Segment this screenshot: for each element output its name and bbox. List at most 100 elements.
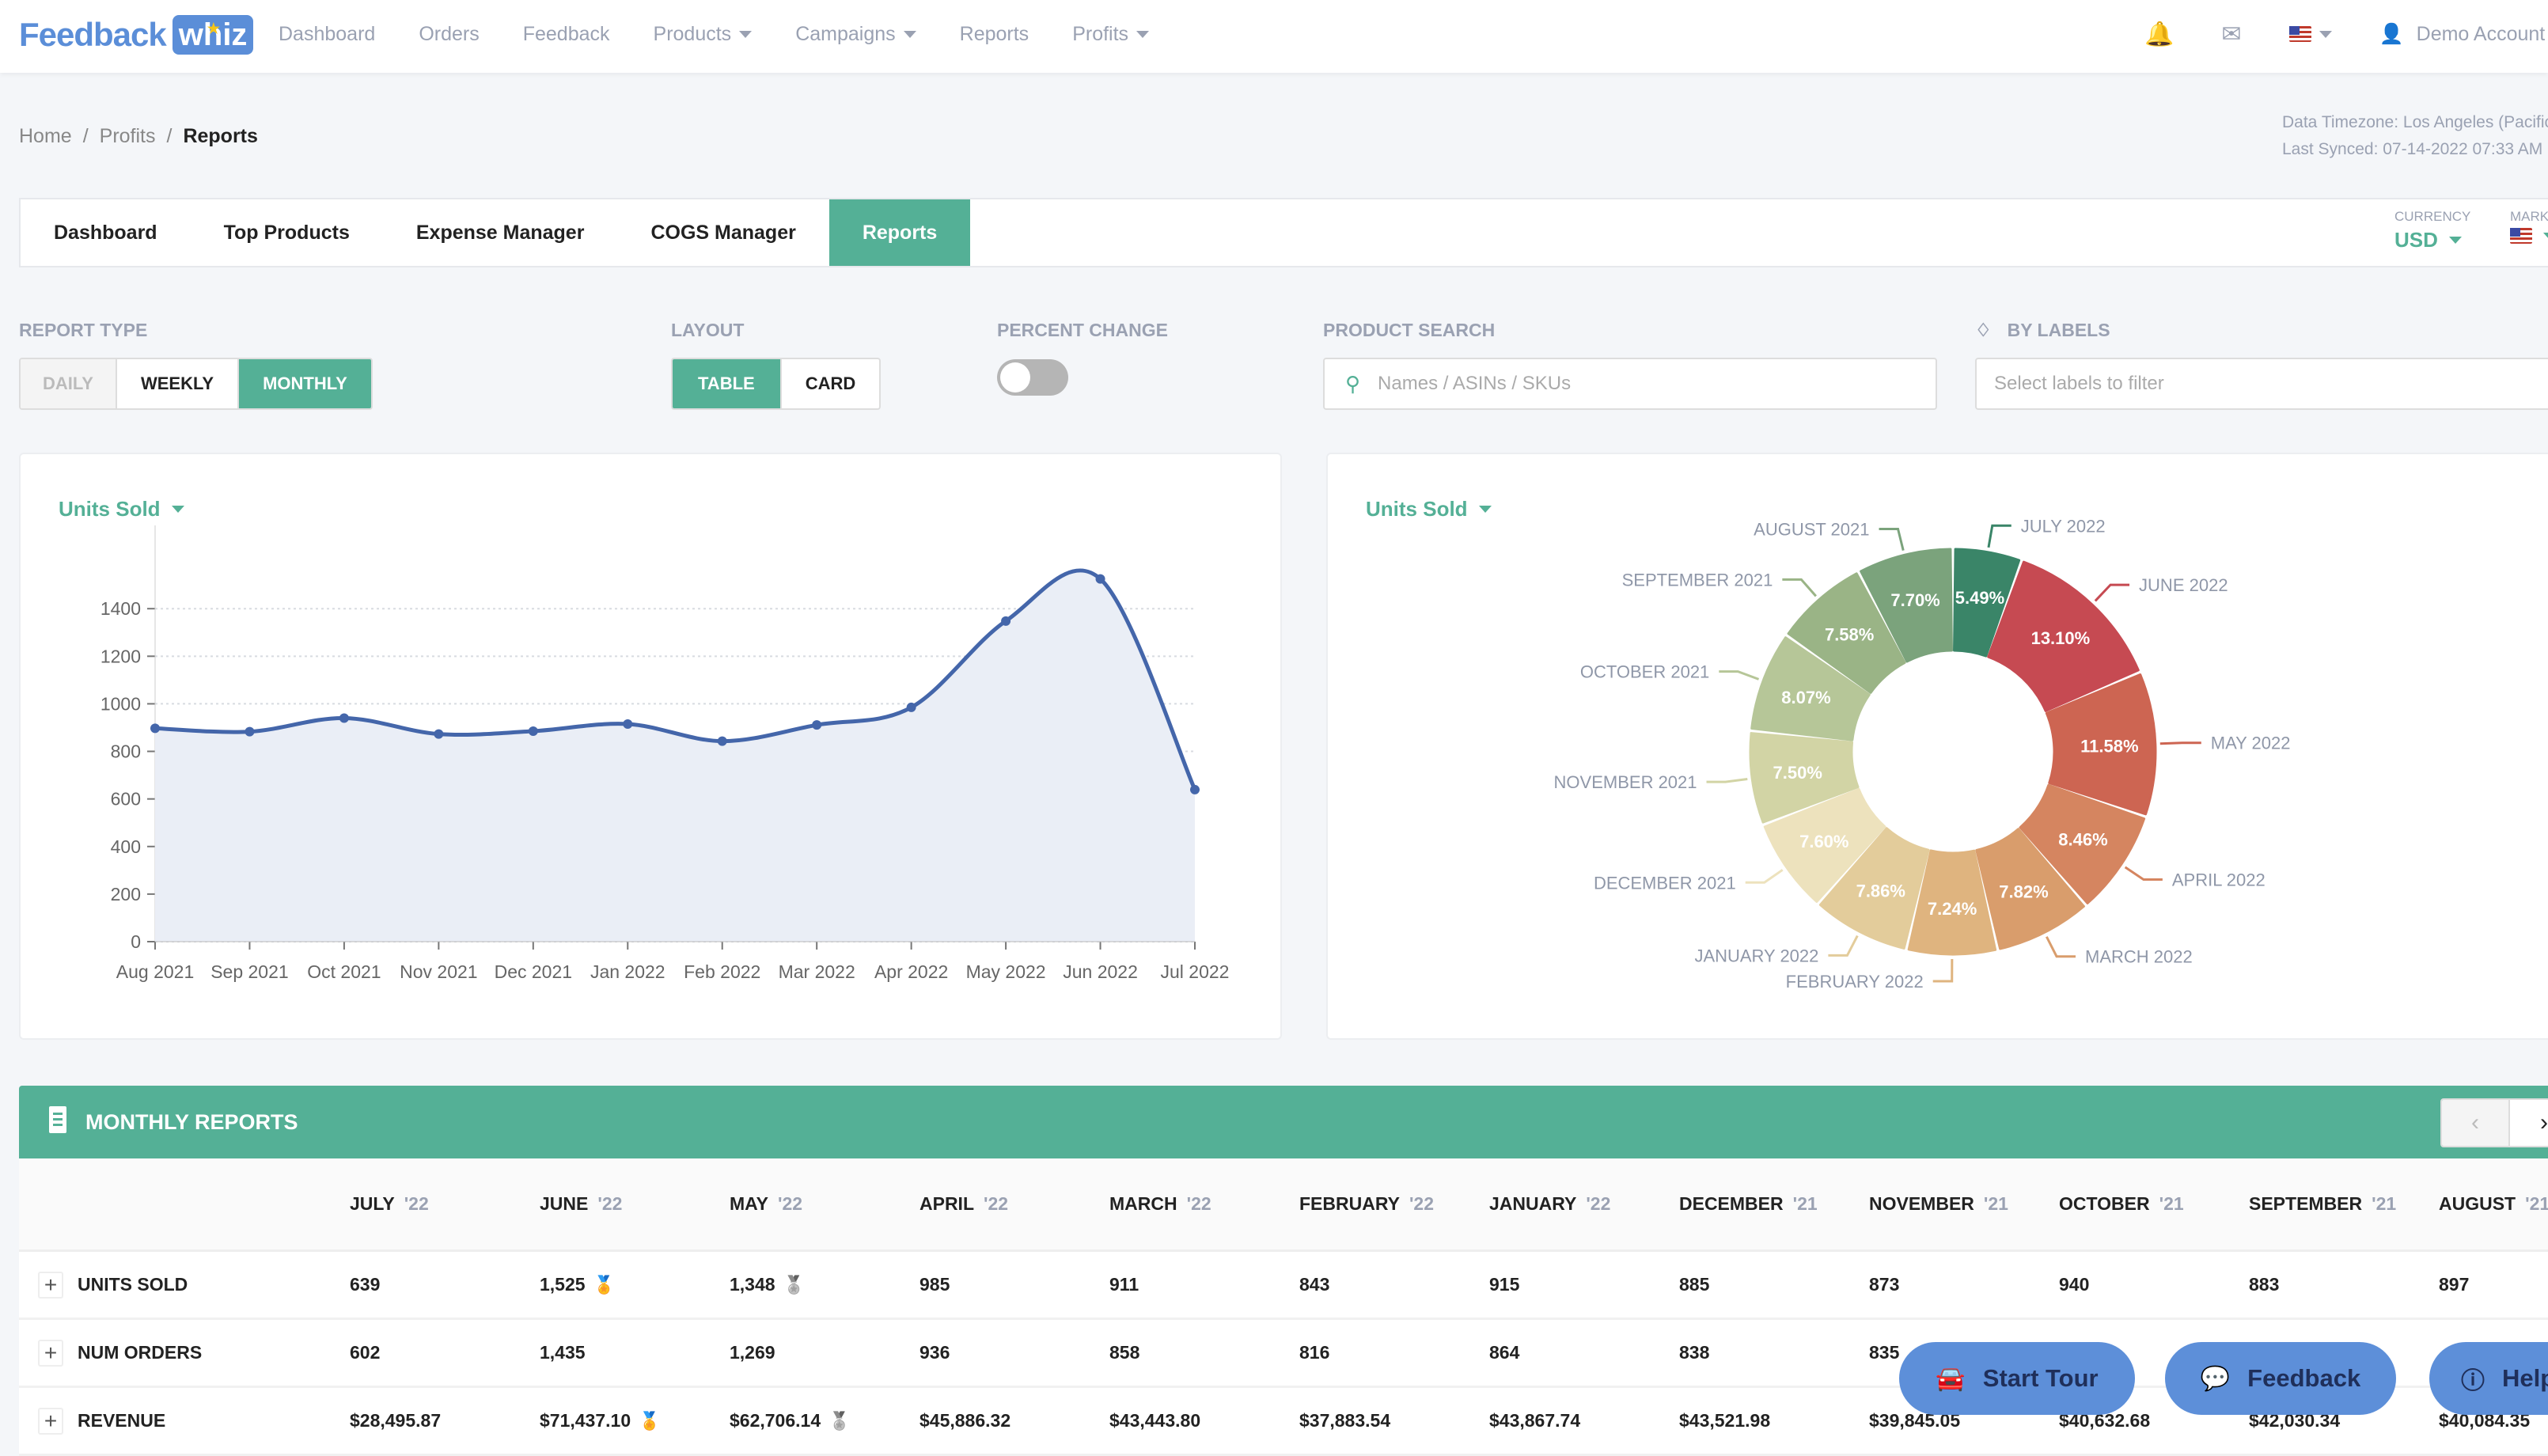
column-header[interactable]: JANUARY '22 [1489, 1158, 1610, 1249]
tab-expense-manager[interactable]: Expense Manager [383, 199, 618, 266]
slice-label: JUNE 2022 [2139, 575, 2228, 595]
table-cell: $71,437.10 🏅 [540, 1388, 661, 1454]
tab-dashboard[interactable]: Dashboard [21, 199, 191, 266]
x-tick-label: Nov 2021 [400, 961, 477, 982]
layout-card-button[interactable]: CARD [782, 359, 880, 408]
column-header[interactable]: FEBRUARY '22 [1299, 1158, 1434, 1249]
next-page-button[interactable]: › [2510, 1100, 2548, 1146]
column-month: JULY [350, 1193, 395, 1214]
table-cell: 858 [1109, 1320, 1139, 1386]
data-point[interactable] [245, 726, 255, 737]
cell-value: 873 [1869, 1274, 1900, 1295]
data-point[interactable] [150, 723, 160, 734]
column-header[interactable]: MARCH '22 [1109, 1158, 1211, 1249]
column-header[interactable]: NOVEMBER '21 [1869, 1158, 2008, 1249]
column-header[interactable]: JULY '22 [350, 1158, 429, 1249]
column-header[interactable]: APRIL '22 [919, 1158, 1008, 1249]
tab-cogs-manager[interactable]: COGS Manager [617, 199, 828, 266]
column-header[interactable]: OCTOBER '21 [2059, 1158, 2184, 1249]
main-nav: Dashboard Orders Feedback Products Campaigns… [279, 0, 1192, 68]
currency-selector[interactable]: CURRENCY USD [2394, 209, 2470, 252]
column-header[interactable]: DECEMBER '21 [1679, 1158, 1818, 1249]
column-header[interactable]: JUNE '22 [540, 1158, 622, 1249]
help-button[interactable]: ⓘ Help [2429, 1342, 2548, 1415]
nav-item-label: Campaigns [795, 22, 896, 45]
feedbackwhiz-logo[interactable]: Feedback whiz ★ [19, 13, 254, 57]
x-tick-label: Oct 2021 [307, 961, 381, 982]
cell-value: $37,883.54 [1299, 1410, 1391, 1431]
data-point[interactable] [623, 719, 633, 729]
bell-icon[interactable]: 🔔 [2144, 21, 2174, 48]
column-header[interactable]: AUGUST '21 [2439, 1158, 2548, 1249]
cell-value: $45,886.32 [919, 1410, 1011, 1431]
slice-label: JANUARY 2022 [1694, 946, 1818, 965]
expand-row-button[interactable]: + [38, 1339, 63, 1367]
sync-info: Data Timezone: Los Angeles (Pacific) Las… [2282, 109, 2548, 163]
report-type-weekly-button[interactable]: WEEKLY [117, 359, 240, 408]
breadcrumb-home[interactable]: Home [19, 125, 72, 147]
cell-value: 1,525 [540, 1274, 586, 1295]
nav-item-dashboard[interactable]: Dashboard [279, 23, 375, 46]
y-tick-label: 200 [111, 884, 141, 904]
chevron-down-icon [2543, 232, 2548, 240]
product-search-input[interactable]: ⚲ Names / ASINs / SKUs [1323, 358, 1937, 410]
report-type-daily-button[interactable]: DAILY [21, 359, 117, 408]
labels-select[interactable]: Select labels to filter [1975, 358, 2548, 410]
percent-change-toggle[interactable] [997, 359, 1068, 396]
nav-item-products[interactable]: Products [654, 23, 753, 46]
expand-row-button[interactable]: + [38, 1271, 63, 1299]
table-cell: 838 [1679, 1320, 1709, 1386]
column-header[interactable]: SEPTEMBER '21 [2249, 1158, 2396, 1249]
data-point[interactable] [1001, 616, 1011, 626]
column-header[interactable]: MAY '22 [730, 1158, 802, 1249]
nav-item-reports[interactable]: Reports [960, 23, 1029, 46]
nav-item-label: Products [653, 22, 732, 45]
user-menu[interactable]: 👤 Demo Account [2379, 23, 2546, 46]
by-labels-label: ♢ BY LABELS [1975, 320, 2110, 340]
feedback-button[interactable]: 💬 Feedback [2165, 1342, 2396, 1415]
x-tick-label: Mar 2022 [779, 961, 855, 982]
y-tick-label: 600 [111, 789, 141, 810]
column-year: '22 [1586, 1193, 1611, 1214]
language-selector[interactable] [2288, 26, 2332, 42]
prev-page-button[interactable]: ‹ [2442, 1100, 2510, 1146]
row-label: + NUM ORDERS [38, 1320, 202, 1386]
y-tick-label: 1200 [100, 646, 141, 666]
slice-label: JULY 2022 [2021, 516, 2106, 536]
tab-reports[interactable]: Reports [828, 199, 971, 266]
table-cell: 602 [350, 1320, 380, 1386]
cell-value: 816 [1299, 1342, 1330, 1363]
nav-item-campaigns[interactable]: Campaigns [795, 23, 916, 46]
data-point[interactable] [528, 726, 538, 736]
tab-top-products[interactable]: Top Products [191, 199, 383, 266]
product-search-placeholder: Names / ASINs / SKUs [1378, 373, 1572, 394]
y-tick-label: 1400 [100, 598, 141, 619]
table-cell: $37,883.54 [1299, 1388, 1390, 1454]
data-point[interactable] [434, 729, 444, 739]
cell-value: 940 [2059, 1274, 2090, 1295]
market-selector[interactable]: MARKET [2510, 209, 2548, 244]
data-point[interactable] [339, 713, 349, 723]
nav-item-feedback[interactable]: Feedback [523, 23, 610, 46]
breadcrumb-profits[interactable]: Profits [100, 125, 156, 147]
table-cell: 1,435 [540, 1320, 586, 1386]
nav-item-profits[interactable]: Profits [1072, 23, 1150, 46]
expand-row-button[interactable]: + [38, 1407, 63, 1435]
data-point[interactable] [906, 702, 916, 712]
mail-icon[interactable]: ✉ [2221, 21, 2241, 48]
slice-percent-label: 7.24% [1928, 899, 1977, 919]
cell-value: 883 [2249, 1274, 2280, 1295]
column-year: '22 [1186, 1193, 1211, 1214]
data-point[interactable] [717, 736, 727, 746]
start-tour-button[interactable]: 🚘 Start Tour [1899, 1342, 2135, 1415]
nav-item-orders[interactable]: Orders [419, 23, 479, 46]
layout-group: TABLE CARD [671, 358, 882, 410]
data-point[interactable] [1190, 784, 1200, 794]
column-month: AUGUST [2439, 1193, 2516, 1214]
data-point[interactable] [1095, 574, 1105, 584]
table-cell: 936 [919, 1320, 950, 1386]
data-point[interactable] [812, 720, 822, 730]
report-type-monthly-button[interactable]: MONTHLY [239, 359, 371, 408]
layout-table-button[interactable]: TABLE [673, 359, 782, 408]
table-cell: 864 [1489, 1320, 1519, 1386]
